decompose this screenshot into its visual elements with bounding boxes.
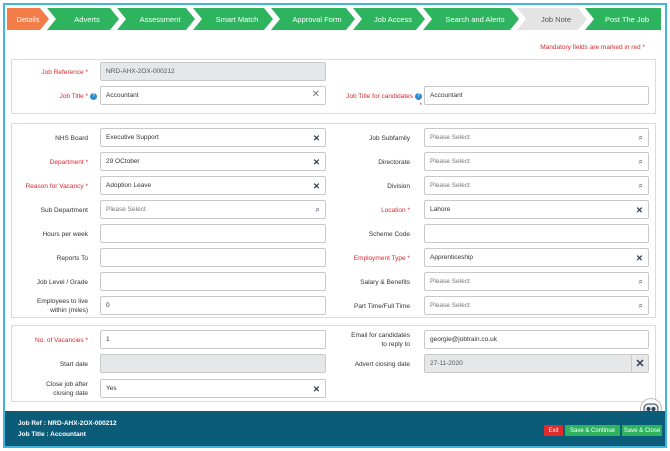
job-level-label: Job Level / Grade xyxy=(36,279,88,286)
location-select[interactable]: Lahore ✕ xyxy=(424,200,649,219)
close-job-select[interactable]: Yes ✕ xyxy=(100,379,326,398)
exit-button[interactable]: Exit xyxy=(544,425,563,436)
vacancies-input[interactable]: 1 xyxy=(100,330,326,349)
step-assessment[interactable]: Assessment xyxy=(117,8,195,30)
search-icon[interactable]: ⌕ xyxy=(639,301,643,311)
hours-per-week-input[interactable] xyxy=(100,224,326,243)
start-date-label: Start date xyxy=(59,361,88,368)
hours-per-week-label: Hours per week xyxy=(42,231,88,238)
clear-icon[interactable]: ✕ xyxy=(636,205,643,215)
footer-job-title: Job Title : Accountant xyxy=(18,431,86,438)
employees-live-input[interactable]: 0 xyxy=(100,296,326,315)
clear-icon[interactable]: ✕ xyxy=(313,181,320,191)
job-level-input[interactable] xyxy=(100,272,326,291)
job-subfamily-select[interactable]: Please Select ⌕ xyxy=(424,128,649,147)
reason-vacancy-label: Reason for Vacancy * xyxy=(25,183,88,190)
footer-bar: Job Ref : NRD-AHX-2OX-000212 Job Title :… xyxy=(5,411,665,446)
clear-icon[interactable]: ✕ xyxy=(636,253,643,263)
search-icon[interactable]: ⌕ xyxy=(639,157,643,167)
division-label: Division xyxy=(387,183,410,190)
salary-benefits-label: Salary & Benefits xyxy=(360,279,410,286)
job-reference-field: NRD-AHX-2OX-000212 xyxy=(100,62,326,81)
directorate-select[interactable]: Please Select ⌕ xyxy=(424,152,649,171)
directorate-label: Directorate xyxy=(378,159,410,166)
step-job-access[interactable]: Job Access xyxy=(353,8,425,30)
step-details[interactable]: Details xyxy=(7,8,49,30)
clear-date-icon[interactable]: ✕ xyxy=(631,355,648,372)
step-job-note[interactable]: Job Note xyxy=(517,8,587,30)
part-full-time-label: Part Time/Full Time xyxy=(354,303,410,310)
help-icon[interactable]: ? xyxy=(90,92,97,100)
clear-icon[interactable]: ✕ xyxy=(313,133,320,143)
footer-job-info: Job Ref : NRD-AHX-2OX-000212 Job Title :… xyxy=(18,418,117,440)
close-job-label: Close job after closing date xyxy=(46,381,88,397)
help-icon[interactable]: ? xyxy=(415,92,422,100)
search-icon[interactable]: ⌕ xyxy=(316,205,320,215)
search-icon[interactable]: ⌕ xyxy=(639,181,643,191)
mandatory-note: Mandatory fields are marked in red * xyxy=(540,44,645,51)
advert-closing-input[interactable]: 27-11-2020 ✕ xyxy=(424,354,649,373)
search-icon[interactable]: ⌕ xyxy=(639,133,643,143)
clear-icon[interactable]: ✕ xyxy=(313,384,320,394)
department-select[interactable]: 29 OCtober ✕ xyxy=(100,152,326,171)
save-close-button[interactable]: Save & Close xyxy=(622,425,662,436)
department-label: Department * xyxy=(49,159,88,166)
employment-type-label: Employment Type * xyxy=(353,255,410,262)
location-label: Location * xyxy=(381,207,410,214)
nhs-board-label: NHS Board xyxy=(55,135,88,142)
job-reference-label: Job Reference * xyxy=(41,69,88,76)
search-icon[interactable]: ⌕ xyxy=(639,277,643,287)
step-adverts[interactable]: Adverts xyxy=(47,8,119,30)
sub-department-select[interactable]: Please Select ⌕ xyxy=(100,200,326,219)
nhs-board-select[interactable]: Executive Support ✕ xyxy=(100,128,326,147)
footer-job-ref: Job Ref : NRD-AHX-2OX-000212 xyxy=(18,420,117,427)
clear-icon[interactable]: ✕ xyxy=(312,90,320,100)
division-select[interactable]: Please Select ⌕ xyxy=(424,176,649,195)
reports-to-label: Reports To xyxy=(56,255,88,262)
start-date-input[interactable] xyxy=(100,354,326,373)
scheme-code-label: Scheme Code xyxy=(368,231,410,238)
step-approval-form[interactable]: Approval Form xyxy=(271,8,355,30)
step-search-alerts[interactable]: Search and Alerts xyxy=(423,8,519,30)
reason-vacancy-select[interactable]: Adoption Leave ✕ xyxy=(100,176,326,195)
job-title-input[interactable]: Accountant ✕ xyxy=(100,86,326,105)
save-continue-button[interactable]: Save & Continue xyxy=(565,425,620,436)
vacancies-label: No. of Vacancies * xyxy=(35,337,88,344)
sub-department-label: Sub Department xyxy=(40,207,88,214)
scheme-code-input[interactable] xyxy=(424,224,649,243)
email-candidates-input[interactable]: georgie@jobtrain.co.uk xyxy=(424,330,649,349)
advert-closing-label: Advert closing date xyxy=(354,361,410,368)
job-title-candidates-input[interactable]: Accountant xyxy=(424,86,649,105)
clear-icon[interactable]: ✕ xyxy=(313,157,320,167)
job-subfamily-label: Job Subfamily xyxy=(369,135,410,142)
job-title-label: Job Title *? xyxy=(20,92,97,101)
employees-live-label: Employees to live within (miles) xyxy=(37,298,88,314)
part-full-time-select[interactable]: Please Select ⌕ xyxy=(424,296,649,315)
email-candidates-label: Email for candidates to reply to xyxy=(351,332,410,348)
step-post-job[interactable]: Post The Job xyxy=(585,8,661,30)
progress-steps: Details Adverts Assessment Smart Match A… xyxy=(7,8,661,30)
employment-type-select[interactable]: Apprenticeship ✕ xyxy=(424,248,649,267)
job-title-candidates-label: Job Title for candidates? * xyxy=(346,92,422,109)
salary-benefits-select[interactable]: Please Select ⌕ xyxy=(424,272,649,291)
step-smart-match[interactable]: Smart Match xyxy=(193,8,273,30)
reports-to-input[interactable] xyxy=(100,248,326,267)
